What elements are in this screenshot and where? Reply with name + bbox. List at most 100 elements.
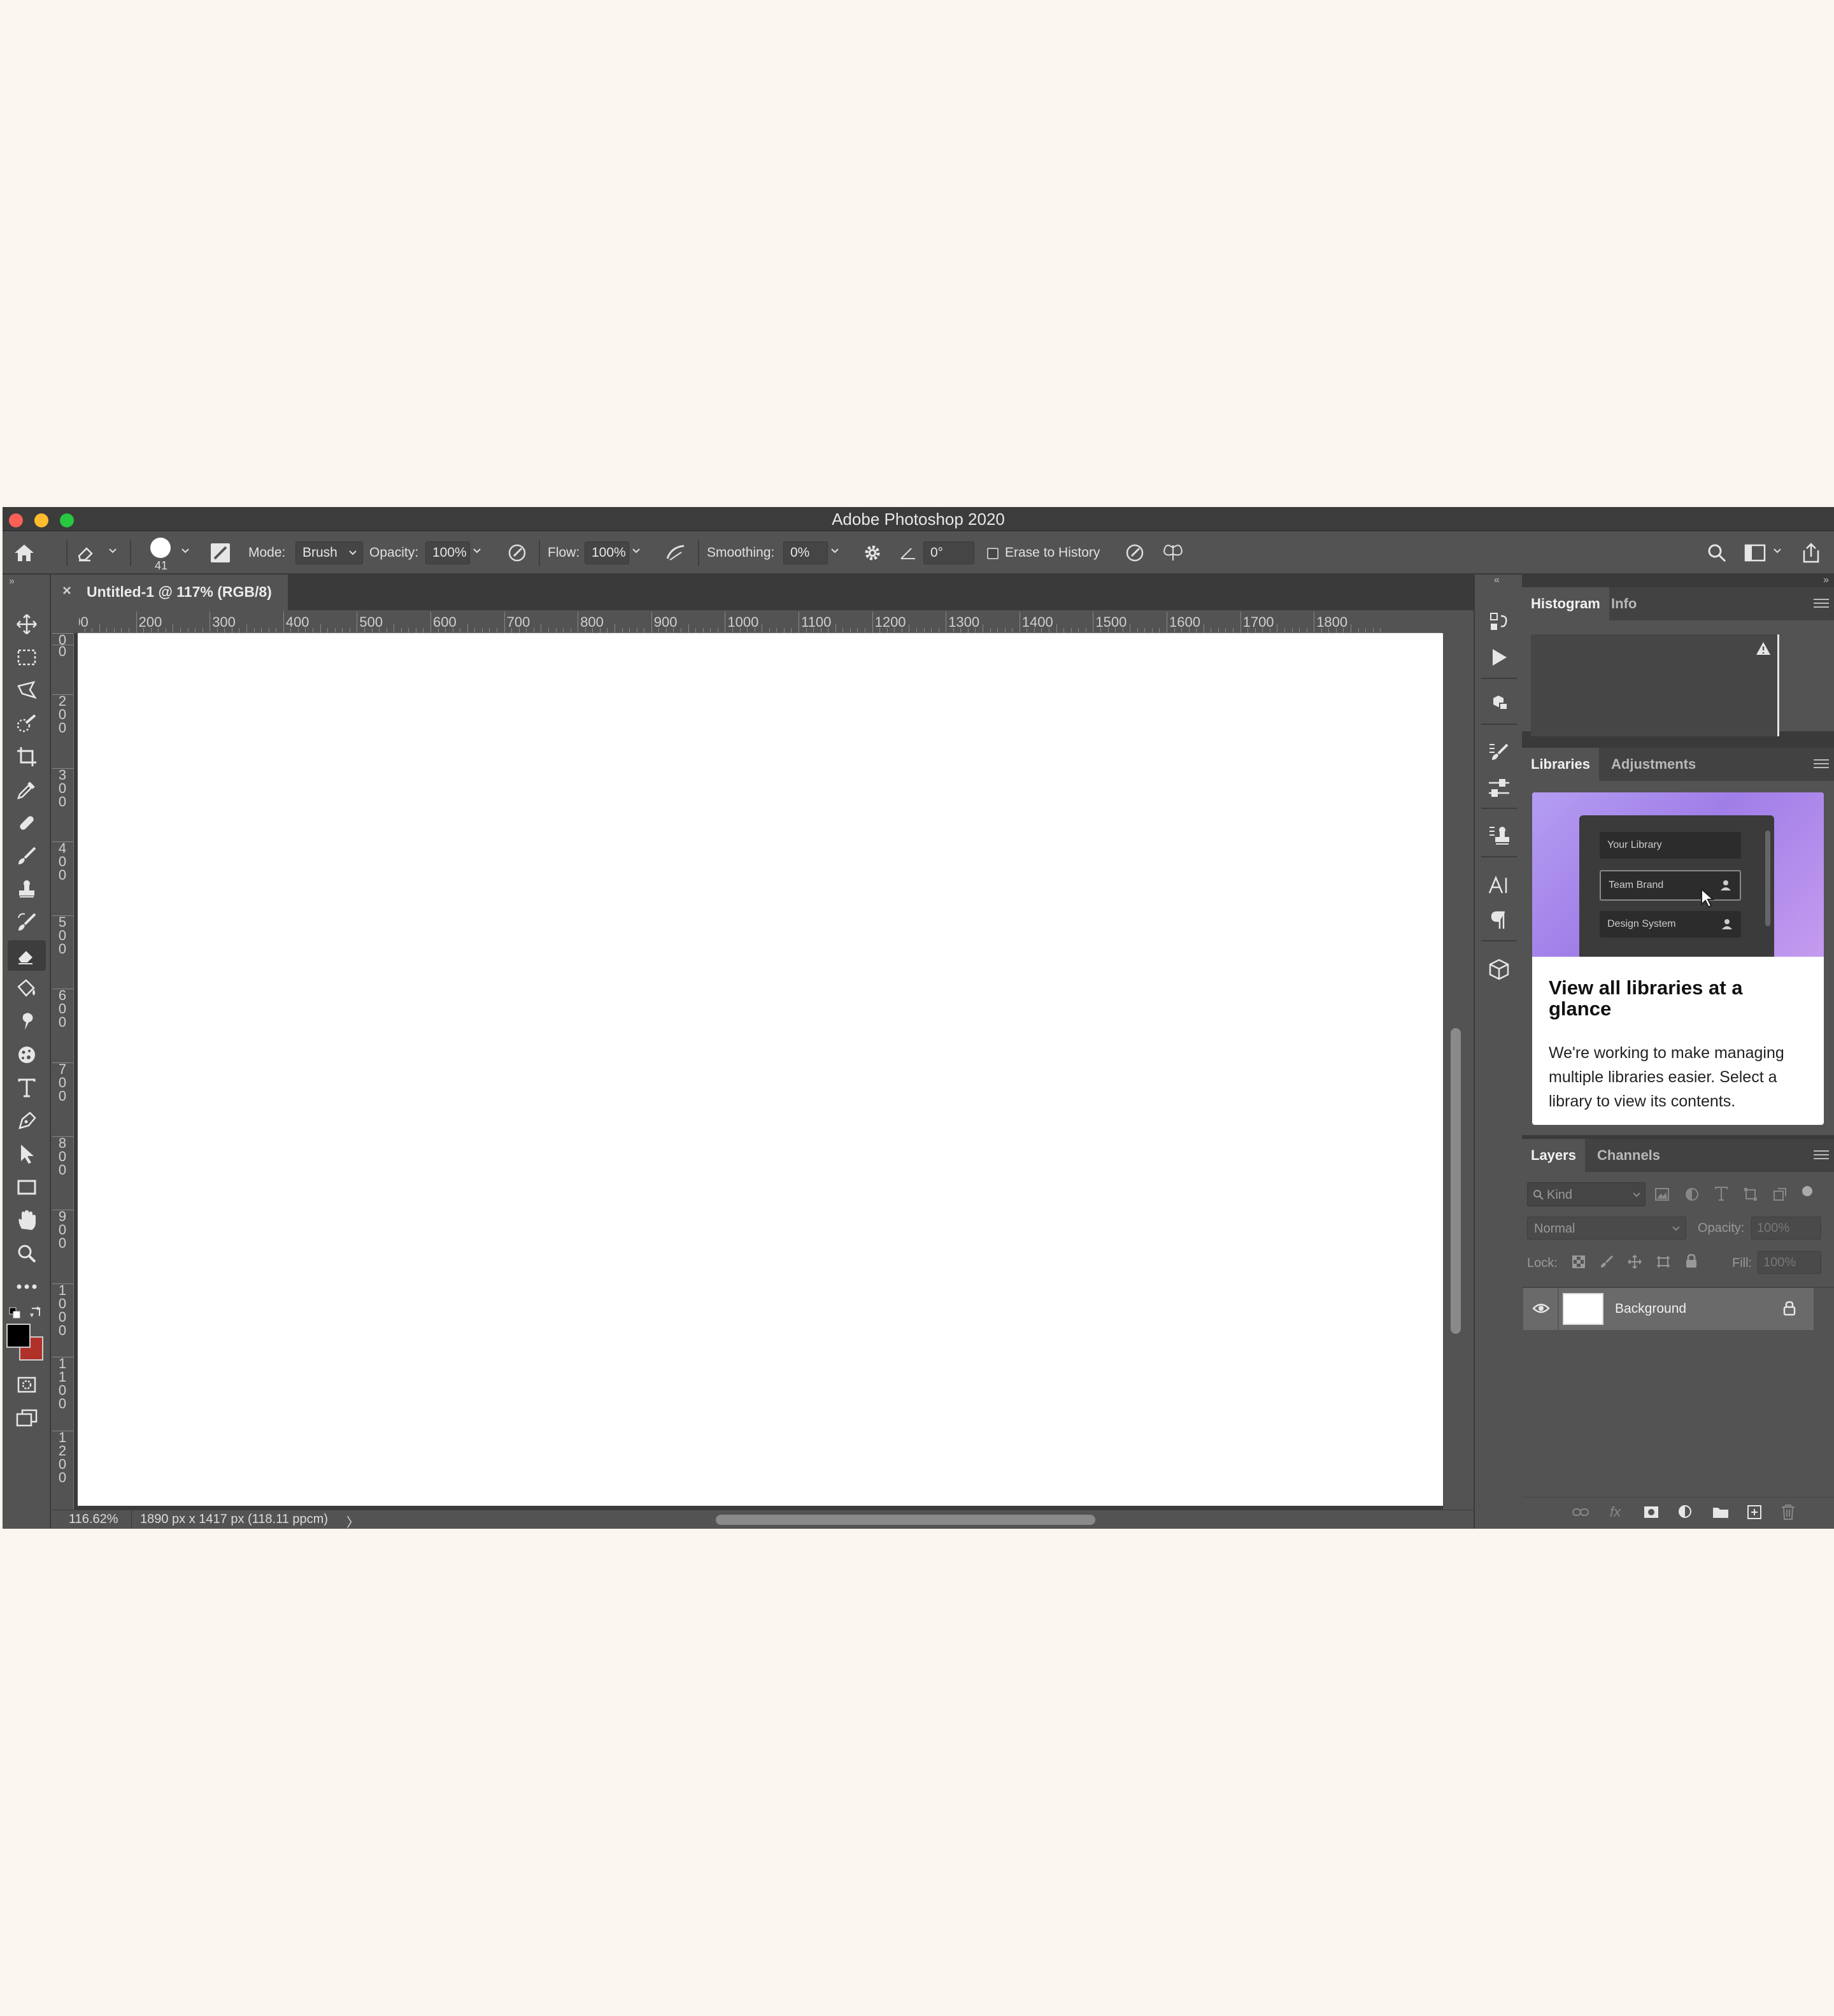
type-tool-icon[interactable]: [8, 1073, 46, 1103]
close-tab-icon[interactable]: ×: [62, 582, 71, 600]
delete-layer-icon[interactable]: [1781, 1504, 1796, 1520]
eraser-preset-icon[interactable]: [74, 539, 102, 567]
quick-mask-icon[interactable]: [8, 1369, 46, 1400]
hand-tool-icon[interactable]: [8, 1205, 46, 1236]
filter-adjustment-layers-icon[interactable]: [1685, 1187, 1699, 1201]
collapse-panels-icon[interactable]: «: [1494, 575, 1500, 586]
rectangle-tool-icon[interactable]: [8, 1172, 46, 1203]
mode-select[interactable]: Brush: [295, 541, 363, 564]
link-layers-icon[interactable]: [1572, 1506, 1589, 1518]
marquee-tool-icon[interactable]: [8, 642, 46, 673]
angle-field[interactable]: 0°: [923, 541, 974, 564]
chevron-down-icon[interactable]: [108, 548, 117, 554]
lock-image-pixels-icon[interactable]: [1600, 1255, 1614, 1269]
screen-mode-icon[interactable]: [8, 1403, 46, 1433]
vertical-ruler[interactable]: 00200300400500600700800900100011001200: [52, 633, 74, 1510]
document-canvas[interactable]: [78, 633, 1447, 1506]
horizontal-scroll-thumb[interactable]: [716, 1515, 1095, 1525]
brush-tip-preview[interactable]: [150, 538, 171, 558]
sponge-tool-icon[interactable]: [8, 1040, 46, 1070]
tab-info[interactable]: Info: [1602, 587, 1646, 620]
chevron-down-icon[interactable]: [632, 548, 641, 554]
fx-icon[interactable]: fx: [1610, 1504, 1621, 1520]
eyedropper-tool-icon[interactable]: [8, 775, 46, 805]
lock-artboard-icon[interactable]: [1656, 1255, 1671, 1269]
3d-object-panel-icon[interactable]: [1484, 688, 1514, 718]
home-icon[interactable]: [10, 539, 38, 567]
brush-settings-icon[interactable]: [1484, 738, 1514, 768]
history-panel-icon[interactable]: [1484, 606, 1514, 637]
panel-menu-icon[interactable]: [1814, 759, 1829, 769]
lasso-tool-icon[interactable]: [8, 675, 46, 706]
share-icon[interactable]: [1797, 539, 1825, 567]
filter-pixel-layers-icon[interactable]: [1654, 1187, 1670, 1201]
blend-mode-select[interactable]: Normal: [1527, 1217, 1686, 1240]
crop-tool-icon[interactable]: [8, 741, 46, 772]
paint-bucket-tool-icon[interactable]: [8, 973, 46, 1004]
erase-to-history-checkbox[interactable]: [987, 548, 999, 559]
workspace-icon[interactable]: [1741, 539, 1769, 567]
actions-play-icon[interactable]: [1484, 642, 1514, 673]
search-icon[interactable]: [1703, 539, 1731, 567]
layer-row[interactable]: Background: [1523, 1288, 1814, 1330]
swap-colors-icon[interactable]: [29, 1306, 43, 1320]
default-colors-icon[interactable]: [9, 1307, 20, 1319]
tab-adjustments[interactable]: Adjustments: [1602, 748, 1705, 781]
add-mask-icon[interactable]: [1643, 1505, 1660, 1519]
chevron-down-icon[interactable]: [473, 548, 481, 554]
layer-filter-select[interactable]: Kind: [1527, 1182, 1646, 1206]
panel-menu-icon[interactable]: [1814, 599, 1829, 609]
vertical-scroll-thumb[interactable]: [1451, 1028, 1461, 1334]
brush-tool-icon[interactable]: [8, 841, 46, 871]
eye-icon[interactable]: [1532, 1302, 1550, 1315]
filter-type-layers-icon[interactable]: [1714, 1186, 1728, 1201]
tab-channels[interactable]: Channels: [1588, 1139, 1669, 1172]
new-group-icon[interactable]: [1712, 1505, 1730, 1519]
brush-settings-panel-icon[interactable]: [206, 539, 234, 567]
flow-field[interactable]: 100%: [585, 541, 629, 564]
pressure-opacity-icon[interactable]: [503, 539, 531, 567]
move-tool-icon[interactable]: [8, 609, 46, 640]
document-tab[interactable]: × Untitled-1 @ 117% (RGB/8): [52, 575, 288, 610]
3d-cube-icon[interactable]: [1484, 954, 1514, 985]
pressure-size-icon[interactable]: [1121, 539, 1149, 567]
gear-icon[interactable]: [858, 539, 886, 567]
brushes-panel-icon[interactable]: [1484, 773, 1514, 804]
expand-panels-icon[interactable]: »: [1823, 575, 1829, 586]
tab-libraries[interactable]: Libraries: [1522, 748, 1599, 781]
chevron-down-icon[interactable]: [181, 548, 190, 554]
smudge-tool-icon[interactable]: [8, 1006, 46, 1037]
smoothing-field[interactable]: 0%: [783, 541, 828, 564]
tab-histogram[interactable]: Histogram: [1522, 587, 1609, 620]
layer-name[interactable]: Background: [1615, 1301, 1686, 1317]
clone-stamp-tool-icon[interactable]: [8, 874, 46, 904]
filter-toggle-icon[interactable]: [1802, 1186, 1812, 1196]
status-menu-arrow[interactable]: 〉: [346, 1512, 359, 1529]
healing-brush-tool-icon[interactable]: [8, 808, 46, 838]
quick-selection-tool-icon[interactable]: [8, 708, 46, 739]
zoom-tool-icon[interactable]: [8, 1238, 46, 1269]
zoom-level[interactable]: 116.62%: [69, 1512, 118, 1527]
tab-layers[interactable]: Layers: [1522, 1139, 1585, 1172]
foreground-color-swatch[interactable]: [6, 1324, 31, 1348]
panel-menu-icon[interactable]: [1814, 1150, 1829, 1161]
layer-fill-field[interactable]: 100%: [1758, 1251, 1821, 1274]
paragraph-panel-icon[interactable]: [1484, 904, 1514, 935]
ruler-origin[interactable]: [52, 611, 79, 633]
horizontal-ruler[interactable]: 1002003004005006007008009001000110012001…: [79, 611, 1442, 633]
airbrush-icon[interactable]: [662, 539, 690, 567]
character-panel-icon[interactable]: [1484, 870, 1514, 901]
opacity-field[interactable]: 100%: [425, 541, 470, 564]
layer-lock-icon[interactable]: [1783, 1301, 1796, 1316]
new-layer-icon[interactable]: [1746, 1504, 1763, 1520]
filter-smart-objects-icon[interactable]: [1773, 1187, 1787, 1201]
new-adjustment-layer-icon[interactable]: [1677, 1504, 1694, 1520]
more-tools-icon[interactable]: [8, 1271, 46, 1302]
lock-position-icon[interactable]: [1628, 1255, 1642, 1269]
chevron-down-icon[interactable]: [830, 548, 839, 554]
clone-source-icon[interactable]: [1484, 820, 1514, 851]
vertical-scrollbar[interactable]: [1443, 633, 1468, 1510]
lock-all-icon[interactable]: [1685, 1254, 1698, 1269]
layer-opacity-field[interactable]: 100%: [1751, 1217, 1821, 1240]
warning-icon[interactable]: [1755, 641, 1772, 656]
